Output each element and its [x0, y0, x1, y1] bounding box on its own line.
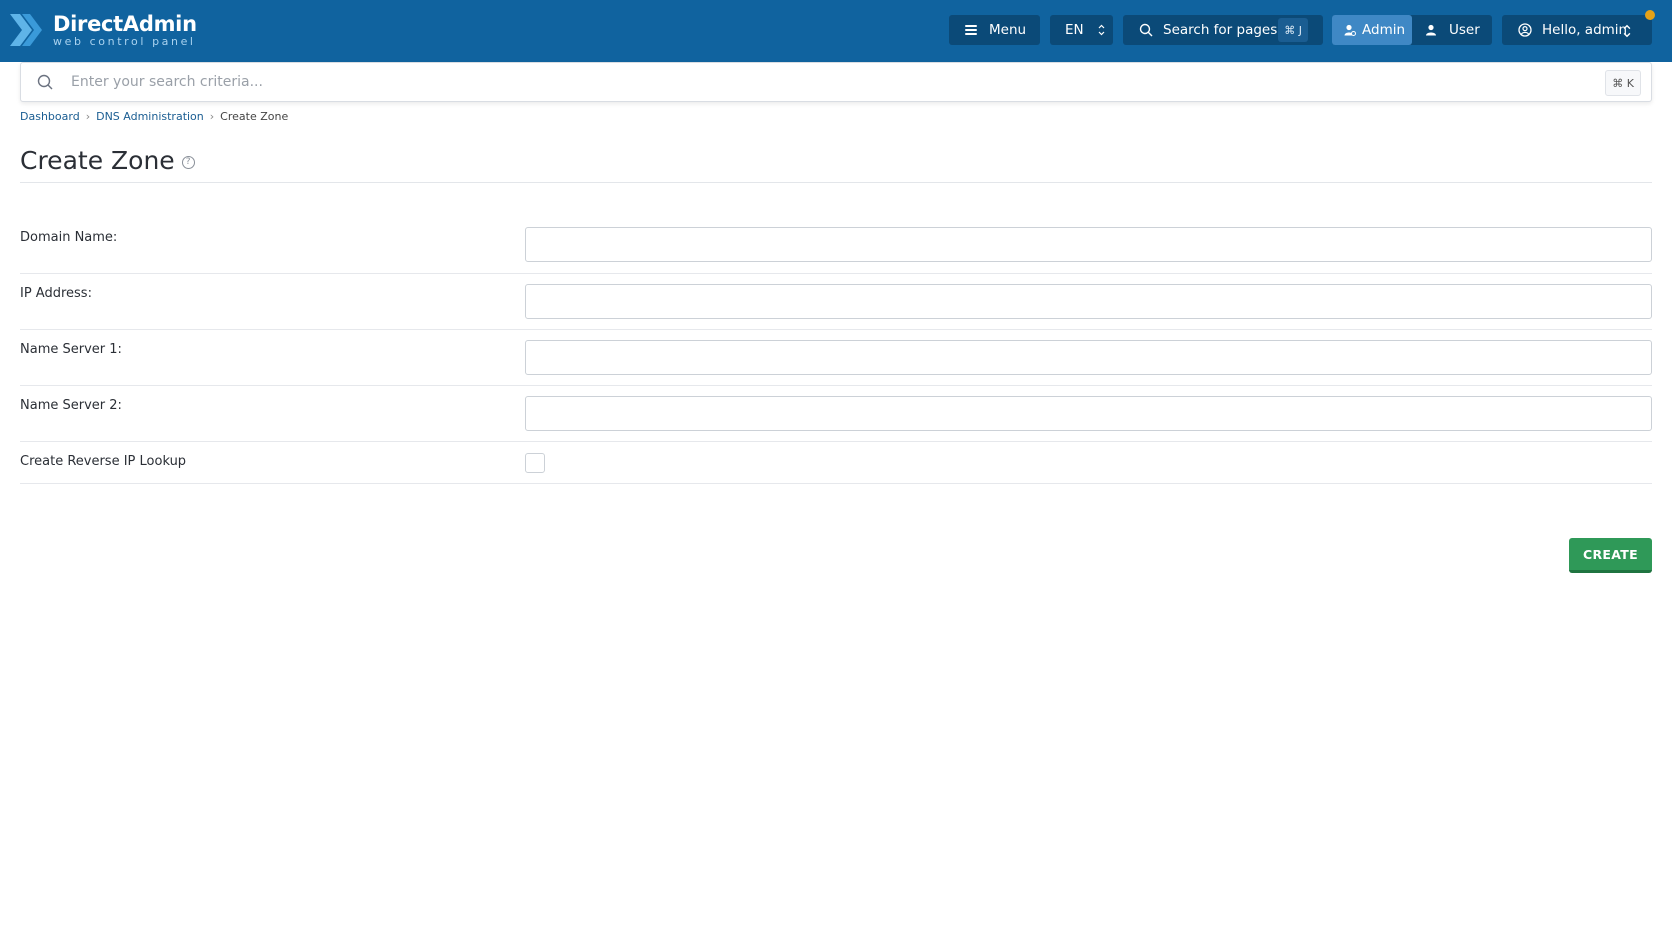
ip-address-input[interactable] — [525, 284, 1652, 319]
search-pages-button[interactable]: Search for pages ⌘ J — [1123, 15, 1323, 45]
form-row-reverse-ip-lookup: Create Reverse IP Lookup — [20, 442, 1652, 484]
language-value: EN — [1065, 22, 1084, 38]
domain-name-label: Domain Name: — [20, 230, 118, 245]
role-admin-button[interactable]: Admin — [1332, 15, 1412, 45]
user-circle-icon — [1518, 23, 1532, 37]
search-icon — [37, 74, 53, 90]
logo-title: DirectAdmin — [53, 11, 197, 36]
global-search-shortcut: ⌘ K — [1605, 70, 1641, 96]
language-select[interactable]: EN — [1050, 15, 1113, 45]
form-row-ip-address: IP Address: — [20, 274, 1652, 330]
search-icon — [1139, 23, 1153, 37]
reverse-ip-lookup-label: Create Reverse IP Lookup — [20, 454, 187, 469]
reverse-ip-lookup-checkbox[interactable] — [525, 453, 545, 473]
form-row-name-server-2: Name Server 2: — [20, 386, 1652, 442]
menu-button-label: Menu — [989, 22, 1027, 38]
name-server-1-label: Name Server 1: — [20, 342, 122, 357]
create-button[interactable]: CREATE — [1569, 538, 1652, 573]
notification-dot — [1645, 10, 1655, 20]
breadcrumb-separator-icon: › — [209, 110, 215, 123]
name-server-2-input[interactable] — [525, 396, 1652, 431]
breadcrumb-separator-icon: › — [85, 110, 91, 123]
chevron-up-down-icon — [1623, 24, 1631, 38]
breadcrumb: Dashboard › DNS Administration › Create … — [20, 110, 288, 123]
breadcrumb-current: Create Zone — [220, 110, 289, 123]
name-server-2-label: Name Server 2: — [20, 398, 122, 413]
role-admin-label: Admin — [1362, 22, 1406, 38]
user-icon — [1426, 24, 1436, 36]
search-pages-shortcut: ⌘ J — [1278, 18, 1308, 42]
ip-address-label: IP Address: — [20, 286, 92, 301]
greeting-label: Hello, admin — [1542, 22, 1628, 38]
menu-button[interactable]: Menu — [949, 15, 1040, 45]
logo-chevron-icon — [10, 14, 42, 46]
search-pages-label: Search for pages — [1163, 22, 1278, 38]
name-server-1-input[interactable] — [525, 340, 1652, 375]
global-search-bar: ⌘ K — [20, 62, 1652, 102]
breadcrumb-dns-administration[interactable]: DNS Administration — [96, 110, 204, 123]
logo-subtitle: web control panel — [53, 34, 196, 48]
role-user-label: User — [1449, 22, 1480, 38]
page-title: Create Zone — [20, 146, 175, 175]
form-row-name-server-1: Name Server 1: — [20, 330, 1652, 386]
top-navigation-bar: DirectAdmin web control panel Menu EN Se… — [0, 0, 1672, 62]
help-icon[interactable]: ? — [181, 155, 195, 169]
hamburger-icon — [965, 25, 977, 35]
role-user-button[interactable]: User — [1412, 15, 1492, 45]
page-title-wrap: Create Zone ? — [20, 146, 195, 175]
directadmin-logo[interactable]: DirectAdmin web control panel — [10, 10, 197, 50]
admin-user-icon — [1344, 24, 1356, 36]
domain-name-input[interactable] — [525, 227, 1652, 262]
account-menu-button[interactable]: Hello, admin — [1502, 15, 1652, 45]
chevron-up-down-icon — [1098, 24, 1105, 36]
global-search-input[interactable] — [71, 74, 1471, 90]
form-row-domain-name: Domain Name: — [20, 227, 1652, 274]
title-divider — [20, 182, 1652, 183]
breadcrumb-dashboard[interactable]: Dashboard — [20, 110, 80, 123]
role-switcher: Admin User — [1332, 15, 1492, 45]
